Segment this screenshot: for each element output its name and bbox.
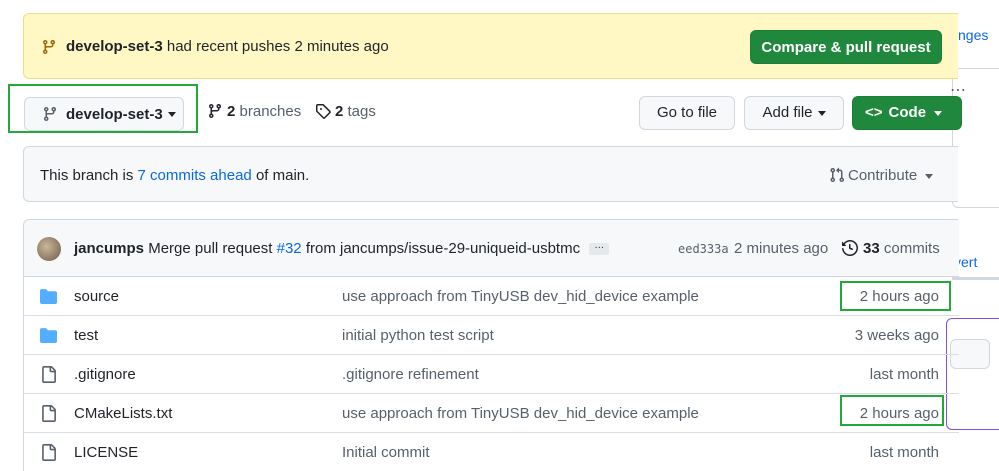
compare-pull-request-button[interactable]: Compare & pull request [750, 30, 942, 64]
file-row-gitignore[interactable]: .gitignore .gitignore refinement last mo… [24, 355, 959, 394]
file-icon [42, 444, 56, 461]
commit-time: 2 minutes ago [734, 240, 829, 257]
recent-pushes-banner: develop-set-3 had recent pushes 2 minute… [23, 13, 958, 79]
file-row-cmakelists[interactable]: CMakeLists.txt use approach from TinyUSB… [24, 394, 959, 433]
add-file-button[interactable]: Add file [744, 96, 844, 130]
tags-count: 2 [335, 103, 344, 120]
git-branch-icon [43, 107, 56, 122]
contribute-label: Contribute [848, 167, 918, 184]
avatar[interactable] [37, 237, 61, 261]
git-branch-icon [42, 40, 55, 55]
folder-icon [40, 328, 57, 343]
annotation-highlight [840, 281, 951, 311]
file-age: last month [869, 366, 939, 383]
commit-sha[interactable]: eed333a [678, 242, 729, 256]
go-to-file-button[interactable]: Go to file [639, 96, 735, 130]
branch-select-label: develop-set-3 [66, 106, 163, 123]
chevron-down-icon [817, 110, 826, 116]
tag-icon [316, 104, 331, 119]
file-commit-message[interactable]: .gitignore refinement [342, 366, 479, 383]
tags-link[interactable]: 2 tags [315, 103, 376, 120]
file-name[interactable]: CMakeLists.txt [74, 405, 172, 422]
commit-author[interactable]: jancumps [74, 240, 144, 257]
code-button[interactable]: <> Code [852, 96, 962, 130]
branches-count: 2 [227, 103, 236, 120]
file-name[interactable]: source [74, 288, 119, 305]
latest-commit-row: jancumps Merge pull request #32 from jan… [24, 220, 959, 277]
commit-history-link[interactable]: 33 commits [842, 240, 940, 257]
file-row-license[interactable]: LICENSE Initial commit last month [24, 433, 959, 471]
commits-label: commits [883, 240, 940, 257]
file-age: last month [869, 444, 939, 461]
expand-commit-message-button[interactable]: … [589, 241, 610, 256]
banner-message-text: had recent pushes 2 minutes ago [166, 38, 389, 55]
file-name[interactable]: LICENSE [74, 444, 138, 461]
pull-request-link[interactable]: #32 [277, 240, 302, 257]
file-age: 3 weeks ago [854, 327, 939, 344]
chevron-down-icon [925, 173, 934, 179]
branch-status-box: This branch is 7 commits ahead of main. … [23, 146, 958, 202]
file-icon [42, 405, 56, 422]
file-row-test[interactable]: test initial python test script 3 weeks … [24, 316, 959, 355]
side-revert-area: vert [952, 244, 999, 280]
side-changes-link[interactable]: nges [958, 27, 988, 43]
branch-status-suffix: of main. [255, 167, 310, 184]
git-pull-request-icon [830, 167, 845, 183]
branch-select-button[interactable]: develop-set-3 [24, 97, 184, 131]
code-icon: <> [865, 104, 883, 121]
file-icon [42, 366, 56, 383]
file-name[interactable]: test [74, 327, 98, 344]
commit-message-pre[interactable]: Merge pull request [148, 240, 272, 257]
file-commit-message[interactable]: Initial commit [342, 444, 430, 461]
file-listing: jancumps Merge pull request #32 from jan… [23, 219, 959, 471]
branch-status-text: This branch is 7 commits ahead of main. [40, 167, 309, 184]
commits-ahead-link[interactable]: 7 commits ahead [138, 167, 252, 184]
annotation-highlight [840, 395, 944, 426]
history-icon [842, 240, 858, 256]
contribute-button[interactable]: Contribute [829, 167, 934, 184]
file-row-source[interactable]: source use approach from TinyUSB dev_hid… [24, 277, 959, 316]
code-label: Code [888, 104, 927, 121]
branches-link[interactable]: 2 branches [207, 103, 301, 120]
banner-message: develop-set-3 had recent pushes 2 minute… [66, 38, 389, 55]
file-commit-message[interactable]: use approach from TinyUSB dev_hid_device… [342, 405, 699, 422]
chevron-down-icon [934, 110, 943, 116]
branch-select-highlight: develop-set-3 [8, 84, 198, 133]
tags-label: tags [347, 103, 376, 120]
commit-message-post[interactable]: from jancumps/issue-29-uniqueid-usbtmc [306, 240, 580, 257]
file-commit-message[interactable]: initial python test script [342, 327, 494, 344]
file-name[interactable]: .gitignore [74, 366, 136, 383]
commits-count: 33 [863, 240, 880, 257]
banner-branch-name[interactable]: develop-set-3 [66, 38, 163, 55]
file-commit-message[interactable]: use approach from TinyUSB dev_hid_device… [342, 288, 699, 305]
add-file-label: Add file [762, 104, 813, 121]
branches-label: branches [239, 103, 302, 120]
chevron-down-icon [168, 112, 176, 117]
git-branch-icon [208, 104, 221, 119]
branch-status-prefix: This branch is [40, 167, 134, 184]
folder-icon [40, 289, 57, 304]
latest-commit-message: jancumps Merge pull request #32 from jan… [74, 240, 610, 257]
